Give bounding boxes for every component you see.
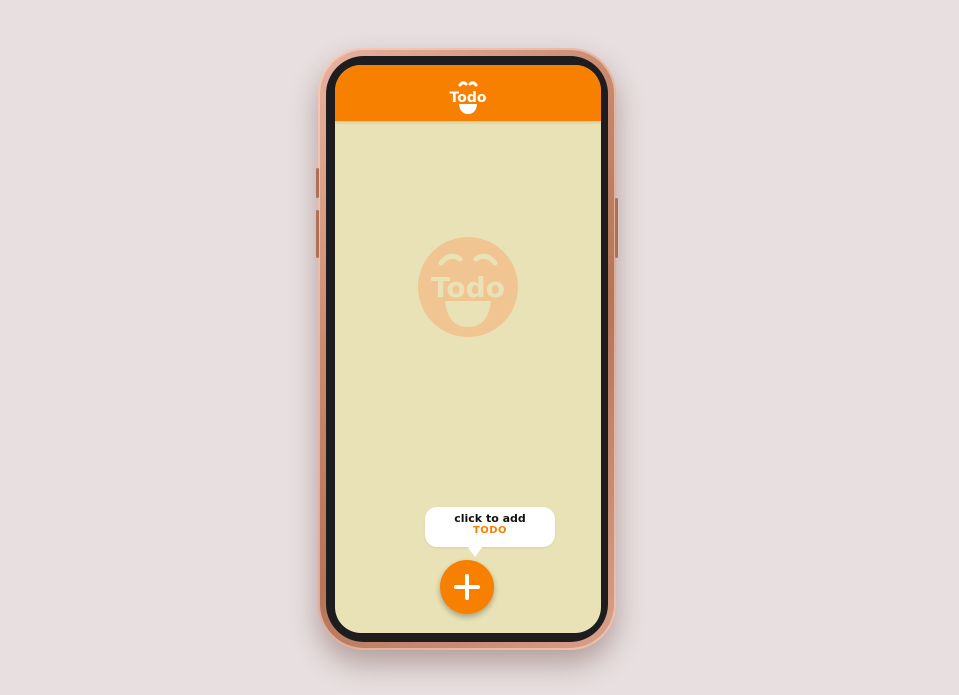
logo-text: Todo	[450, 90, 487, 106]
add-todo-button[interactable]	[440, 560, 494, 614]
app-header: Todo	[335, 65, 601, 121]
hint-line-2: TODO	[472, 525, 508, 536]
add-todo-hint-bubble: click to add TODO	[425, 507, 555, 557]
watermark-text: Todo	[431, 271, 505, 304]
phone-side-button-left	[316, 168, 319, 198]
hint-line-1: click to add	[454, 512, 526, 525]
todo-face-watermark-icon: Todo	[418, 237, 518, 337]
phone-side-button-right	[615, 198, 618, 258]
plus-icon	[454, 574, 480, 600]
phone-side-button-left-lower	[316, 210, 319, 258]
app-screen: Todo Todo click to add TODO	[335, 65, 601, 633]
todo-face-logo-icon: Todo	[448, 80, 488, 116]
phone-mockup: Todo Todo click to add TODO	[316, 48, 618, 650]
